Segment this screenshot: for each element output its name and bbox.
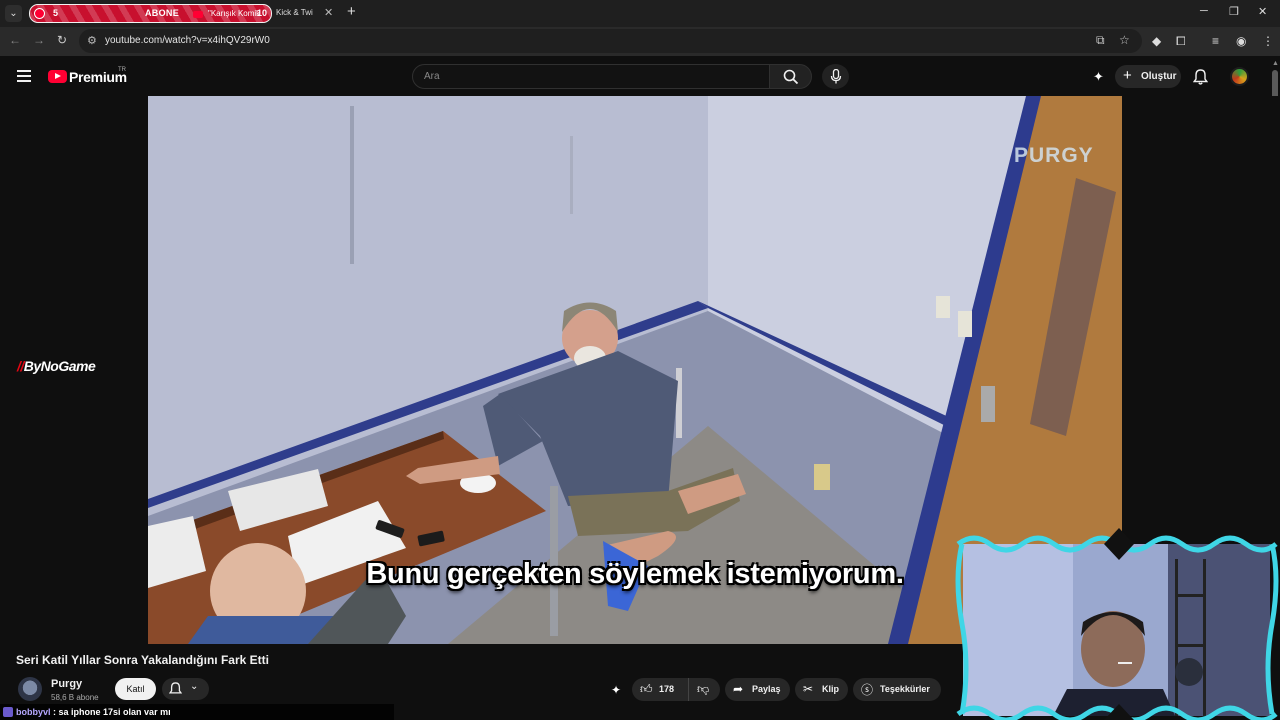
search-icon: [783, 69, 799, 85]
search-input[interactable]: Ara: [412, 64, 770, 89]
subscriber-count: 58,6 B abone: [51, 693, 99, 702]
channel-avatar[interactable]: [18, 677, 42, 701]
bookmark-star-icon[interactable]: ☆: [1119, 33, 1130, 47]
join-button[interactable]: Katıl: [115, 678, 156, 700]
clip-label: Klip: [822, 684, 839, 694]
tab-subscribe-label: ABONE: [145, 8, 180, 18]
menu-icon[interactable]: [17, 70, 31, 82]
thumbs-up-icon: 👍︎: [640, 682, 653, 696]
premium-sparkle-icon-2[interactable]: ✦: [611, 683, 621, 697]
tab-count: 10: [257, 8, 268, 18]
url-text[interactable]: youtube.com/watch?v=x4ihQV29rW0: [105, 35, 270, 46]
scroll-up-icon[interactable]: ▲: [1272, 60, 1279, 67]
video-title: Seri Katil Yıllar Sonra Yakalandığını Fa…: [16, 653, 269, 667]
browser-tab-strip: ⌄ 5 ABONE "Karışık Komik 10 Kick & Twi ✕…: [0, 0, 1280, 27]
tab-active[interactable]: 5 ABONE "Karışık Komik 10: [29, 4, 272, 23]
youtube-favicon-icon: [193, 11, 203, 18]
extensions-puzzle-icon[interactable]: ⧠: [1176, 34, 1186, 49]
media-control-icon[interactable]: ≡: [1212, 34, 1219, 48]
channel-watermark: PURGY: [1014, 144, 1094, 167]
back-icon[interactable]: ←: [9, 33, 21, 47]
account-avatar[interactable]: [1230, 67, 1249, 86]
notifications-bell-icon[interactable]: [1193, 69, 1208, 85]
voice-search-button[interactable]: [822, 64, 849, 89]
thanks-button[interactable]: ⓢ Teşekkürler: [853, 678, 941, 701]
tab-2-title[interactable]: Kick & Twi: [276, 8, 313, 17]
sponsor-logo-text: ByNoGame: [23, 358, 96, 374]
scissors-icon: ✂: [803, 682, 814, 696]
tab-favicon-icon: [34, 8, 45, 19]
chat-badge-icon: [3, 707, 13, 717]
like-count: 178: [659, 684, 675, 694]
thanks-label: Teşekkürler: [880, 684, 930, 694]
close-window-icon[interactable]: ✕: [1258, 5, 1267, 18]
chevron-down-icon: ⌄: [190, 681, 199, 692]
new-tab-icon[interactable]: +: [347, 3, 356, 20]
share-label: Paylaş: [752, 684, 781, 694]
thumbs-down-icon: 👎︎: [697, 682, 710, 696]
webcam-frame: [955, 528, 1279, 720]
forward-icon[interactable]: →: [33, 33, 45, 47]
create-label: Oluştur: [1141, 71, 1177, 82]
chat-text: : sa iphone 17si olan var mı: [53, 707, 171, 717]
stream-chat-overlay: bobbyvl : sa iphone 17si olan var mı: [0, 704, 394, 720]
profile-icon[interactable]: ◉: [1236, 34, 1246, 48]
chat-username: bobbyvl: [16, 707, 51, 717]
like-dislike-group: 👍︎ 178 👎︎: [632, 678, 720, 701]
screen: ⌄ 5 ABONE "Karışık Komik 10 Kick & Twi ✕…: [0, 0, 1280, 720]
like-button[interactable]: 👍︎ 178: [632, 678, 684, 701]
youtube-logo-icon[interactable]: [48, 70, 67, 83]
search-button[interactable]: [769, 64, 812, 89]
dislike-button[interactable]: 👎︎: [688, 678, 718, 701]
install-app-icon[interactable]: ⧉: [1096, 33, 1105, 48]
channel-name[interactable]: Purgy: [51, 678, 82, 690]
browser-toolbar: ← → ↻ ⚙ youtube.com/watch?v=x4ihQV29rW0 …: [0, 27, 1280, 56]
share-icon: ➦: [733, 682, 744, 696]
share-button[interactable]: ➦ Paylaş: [725, 678, 790, 701]
address-bar[interactable]: ⚙ youtube.com/watch?v=x4ihQV29rW0 ⧉ ☆: [79, 29, 1142, 53]
clip-button[interactable]: ✂ Klip: [795, 678, 848, 701]
search-placeholder: Ara: [424, 71, 440, 82]
minimize-icon[interactable]: ─: [1200, 5, 1208, 17]
webcam-overlay: [954, 528, 1280, 720]
site-info-icon[interactable]: ⚙: [87, 34, 97, 47]
sponsor-logo-mark: //: [17, 358, 24, 374]
sponsor-logo: //ByNoGame: [17, 358, 96, 374]
create-button[interactable]: + Oluştur: [1115, 65, 1181, 88]
subscription-bell-button[interactable]: ⌄: [162, 678, 209, 700]
menu-kebab-icon[interactable]: ⋮: [1262, 34, 1274, 48]
thanks-icon: ⓢ: [861, 683, 874, 697]
tab-search-button[interactable]: ⌄: [5, 5, 22, 22]
bell-icon: [169, 682, 182, 694]
region-code: TR: [118, 67, 126, 73]
microphone-icon: [830, 69, 842, 84]
tab-title: "Karışık Komik: [208, 9, 261, 18]
tab-close-icon[interactable]: ✕: [324, 6, 333, 19]
extension-icon[interactable]: ◆: [1152, 34, 1161, 48]
premium-sparkle-icon[interactable]: ✦: [1093, 69, 1104, 85]
tab-number: 5: [53, 8, 59, 18]
plus-icon: +: [1123, 67, 1132, 84]
chat-message: bobbyvl : sa iphone 17si olan var mı: [16, 707, 171, 717]
reload-icon[interactable]: ↻: [57, 33, 67, 47]
maximize-icon[interactable]: ❐: [1229, 5, 1239, 18]
youtube-header: Premium TR Ara ✦ + Oluştur: [0, 56, 1280, 96]
